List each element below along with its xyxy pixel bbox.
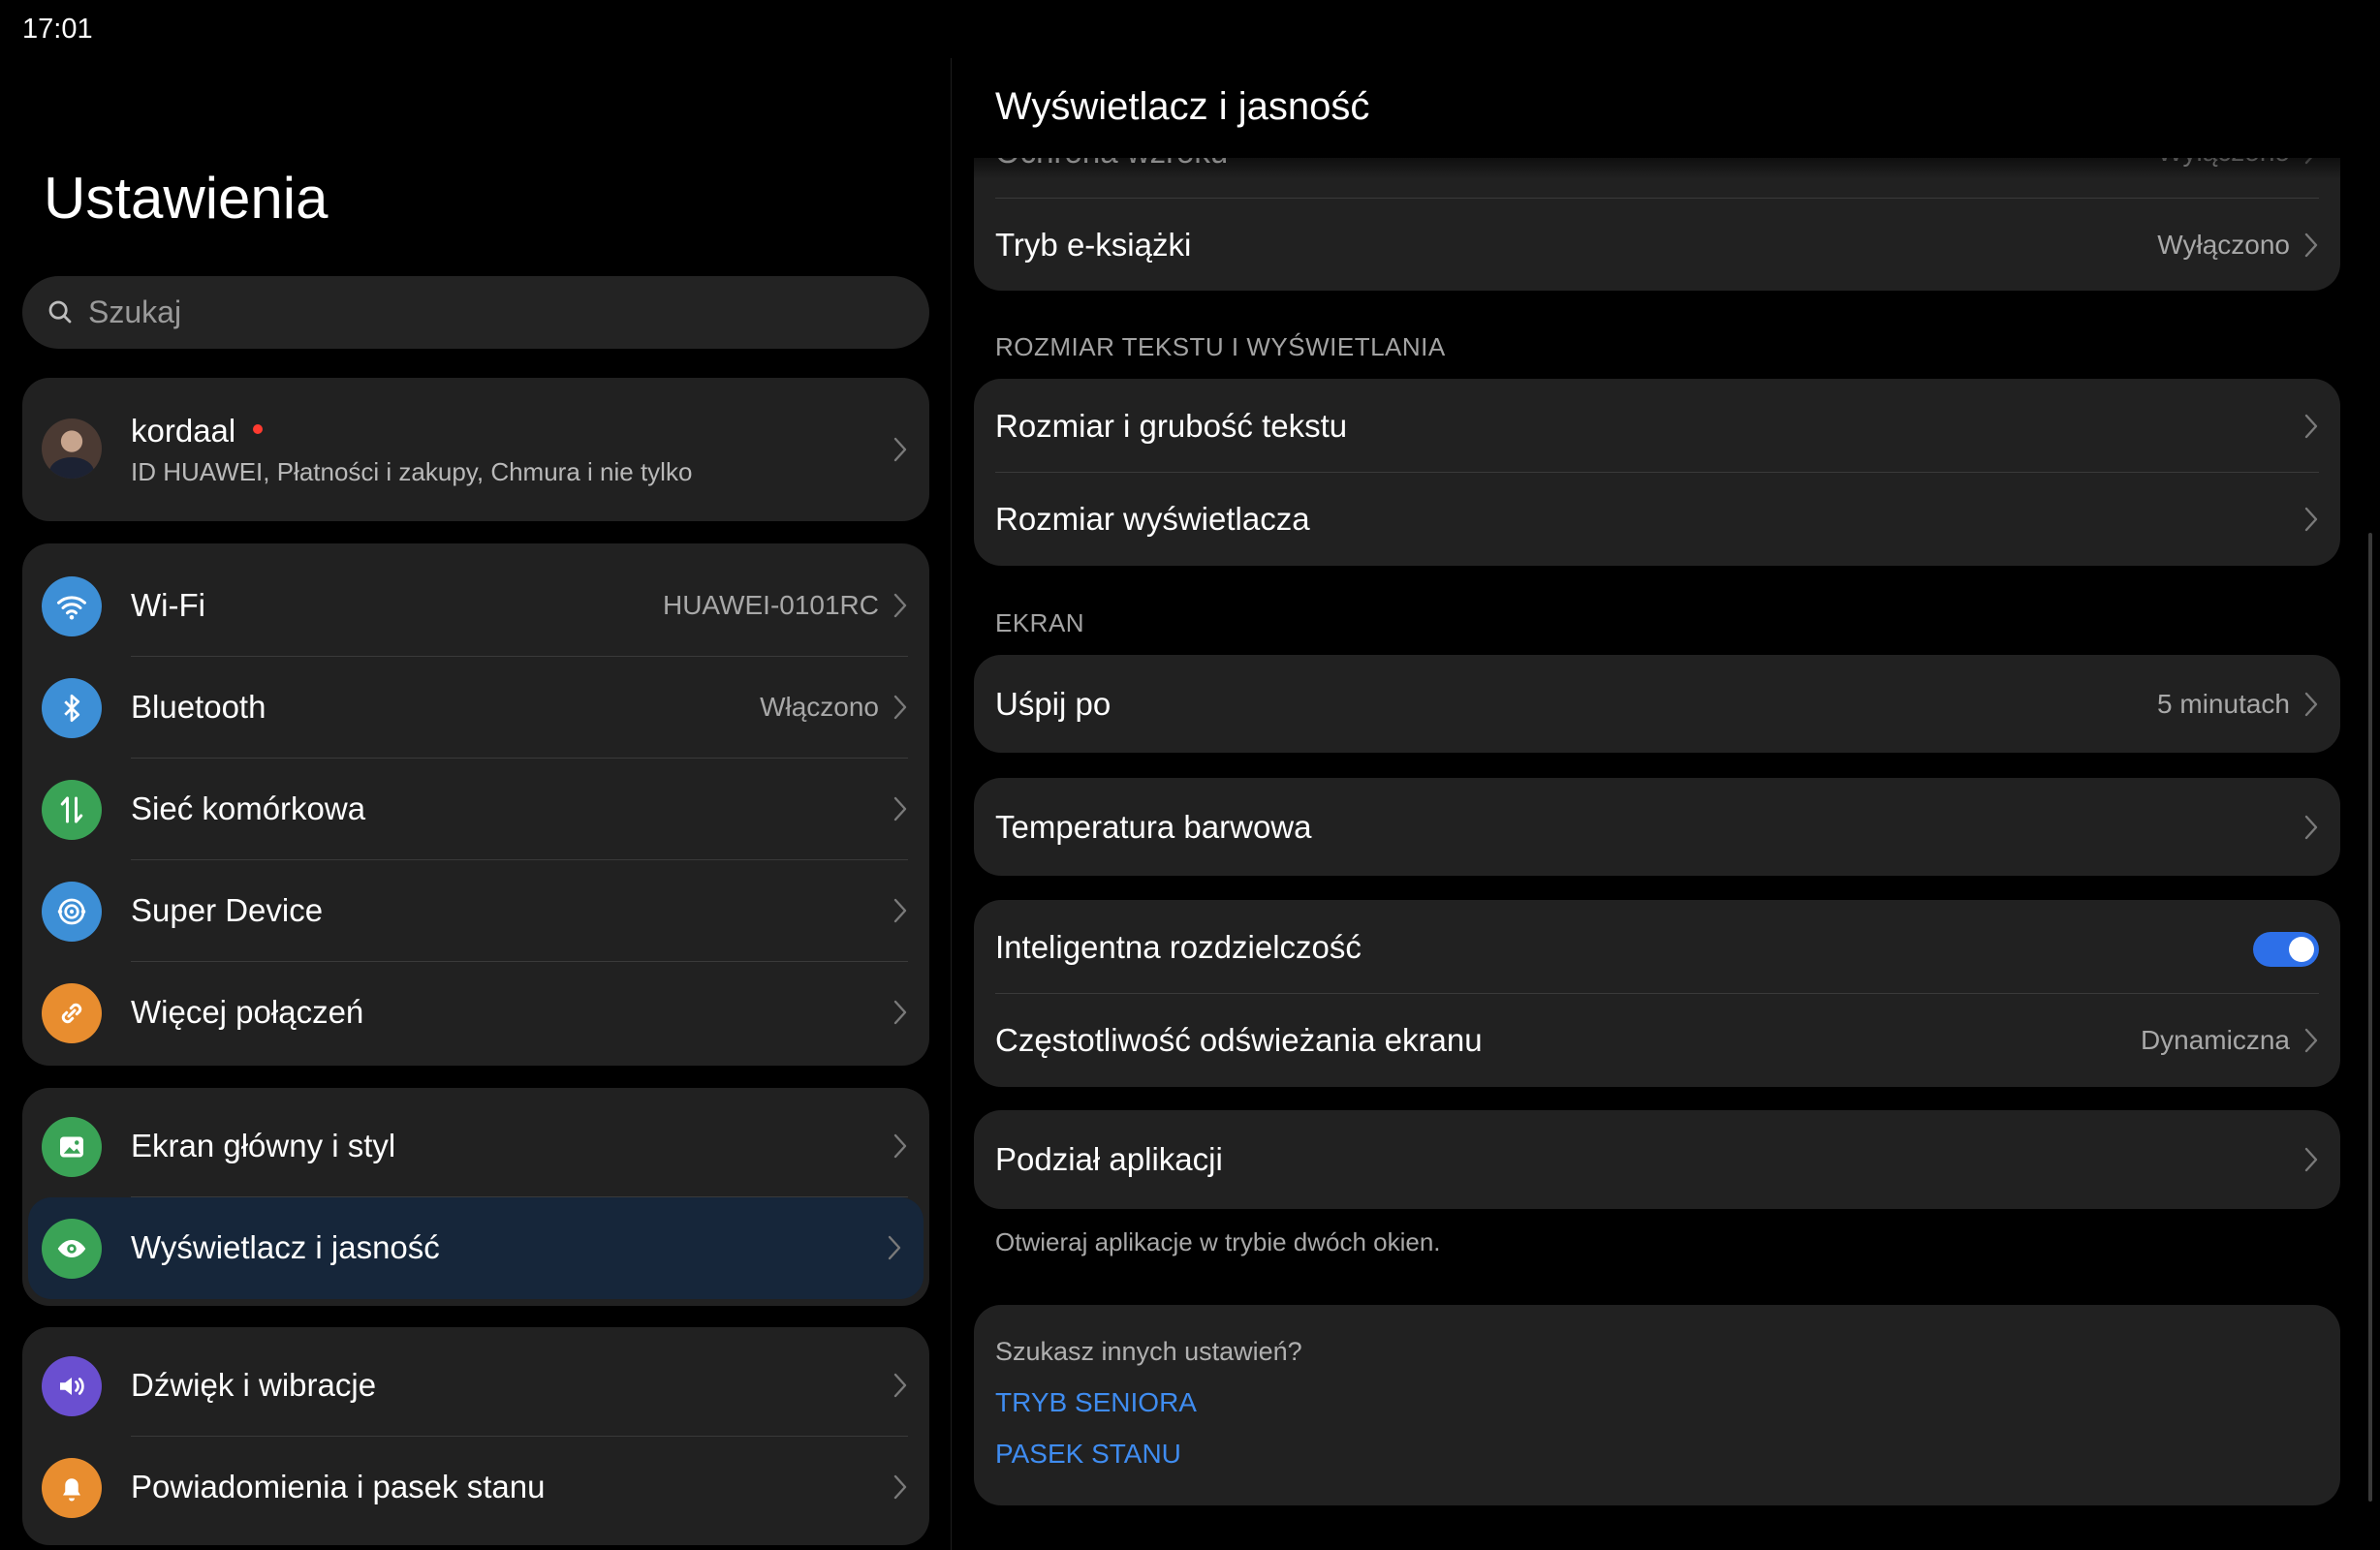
chevron-right-icon [2304, 414, 2318, 439]
settings-item-value: HUAWEI-0101RC [662, 590, 879, 620]
sound-notifications-group: Dźwięk i wibracje Powiadomienia i pasek … [22, 1327, 929, 1545]
refresh-rate-value: Dynamiczna [2140, 1025, 2290, 1055]
sleep-label: Uśpij po [995, 686, 1112, 722]
chevron-right-icon [888, 1235, 901, 1260]
search-bar[interactable] [22, 276, 929, 349]
ebook-mode-row[interactable]: Tryb e-książki Wyłączono [974, 199, 2340, 291]
display-settings-pane: Ochrona wzroku Wyłączono Tryb e-książki … [952, 0, 2380, 1550]
chevron-right-icon [893, 1474, 907, 1500]
settings-item-value: Włączono [760, 692, 879, 722]
sleep-value: 5 minutach [2157, 689, 2290, 719]
scrollbar[interactable] [2368, 533, 2372, 1502]
chevron-right-icon [893, 437, 907, 462]
settings-item-more-connections[interactable]: Więcej połączeń [22, 962, 929, 1064]
settings-item-display-brightness[interactable]: Wyświetlacz i jasność [28, 1197, 924, 1299]
bluetooth-icon [42, 678, 102, 738]
settings-item-label: Sieć komórkowa [131, 790, 366, 826]
search-input[interactable] [86, 276, 900, 349]
display-size-row[interactable]: Rozmiar wyświetlacza [974, 473, 2340, 566]
sleep-row[interactable]: Uśpij po 5 minutach [974, 658, 2340, 751]
chevron-right-icon [2304, 692, 2318, 717]
color-temperature-row[interactable]: Temperatura barwowa [974, 781, 2340, 874]
title-bar [952, 0, 2380, 158]
chevron-right-icon [893, 1000, 907, 1025]
display-group: Ekran główny i styl Wyświetlacz i jasnoś… [22, 1088, 929, 1306]
ebook-mode-value: Wyłączono [2157, 230, 2290, 260]
settings-item-super-device[interactable]: Super Device [22, 860, 929, 962]
detail-title: Wyświetlacz i jasność [995, 85, 1370, 128]
search-icon [48, 300, 72, 324]
refresh-rate-row[interactable]: Częstotliwość odświeżania ekranu Dynamic… [974, 994, 2340, 1087]
bell-icon [42, 1458, 102, 1518]
sleep-card: Uśpij po 5 minutach [974, 655, 2340, 753]
settings-item-notifications[interactable]: Powiadomienia i pasek stanu [22, 1437, 929, 1538]
settings-item-label: Wyświetlacz i jasność [131, 1229, 440, 1265]
app-split-helper-text: Otwieraj aplikacje w trybie dwóch okien. [995, 1227, 1441, 1256]
super-device-icon [42, 882, 102, 942]
settings-item-wifi[interactable]: Wi-Fi HUAWEI-0101RC [22, 555, 929, 657]
account-name-row: kordaal [131, 413, 264, 450]
settings-item-bluetooth[interactable]: Bluetooth Włączono [22, 657, 929, 759]
status-bar-link[interactable]: PASEK STANU [995, 1439, 1181, 1470]
other-settings-title: Szukasz innych ustawień? [995, 1337, 1302, 1366]
section-header-text-size: ROZMIAR TEKSTU I WYŚWIETLANIA [995, 332, 1446, 361]
toggle-knob [2289, 937, 2314, 962]
refresh-rate-label: Częstotliwość odświeżania ekranu [995, 1022, 1483, 1058]
chevron-right-icon [2304, 1147, 2318, 1172]
app-split-row[interactable]: Podział aplikacji [974, 1113, 2340, 1206]
page-title: Ustawienia [44, 166, 329, 231]
display-size-label: Rozmiar wyświetlacza [995, 501, 1310, 537]
chevron-right-icon [893, 695, 907, 720]
chevron-right-icon [893, 898, 907, 923]
notification-dot [253, 424, 264, 435]
smart-resolution-toggle[interactable] [2253, 932, 2319, 967]
senior-mode-link[interactable]: TRYB SENIORA [995, 1387, 1197, 1418]
smart-resolution-label: Inteligentna rozdzielczość [995, 929, 1362, 965]
mobile-data-icon [42, 780, 102, 840]
smart-resolution-row: Inteligentna rozdzielczość [974, 901, 2340, 994]
settings-item-label: Powiadomienia i pasek stanu [131, 1469, 546, 1504]
text-size-label: Rozmiar i grubość tekstu [995, 408, 1348, 444]
image-icon [42, 1117, 102, 1177]
chevron-right-icon [893, 796, 907, 822]
account-card[interactable]: kordaal ID HUAWEI, Płatności i zakupy, C… [22, 378, 929, 521]
chevron-right-icon [893, 1373, 907, 1398]
settings-item-label: Ekran główny i styl [131, 1128, 396, 1163]
chevron-right-icon [2304, 507, 2318, 532]
text-size-card: Rozmiar i grubość tekstu Rozmiar wyświet… [974, 379, 2340, 566]
resolution-refresh-card: Inteligentna rozdzielczość Częstotliwość… [974, 900, 2340, 1087]
app-split-card: Podział aplikacji [974, 1110, 2340, 1209]
app-split-label: Podział aplikacji [995, 1141, 1223, 1177]
account-name: kordaal [131, 413, 236, 449]
settings-item-label: Super Device [131, 892, 324, 928]
settings-item-mobile-network[interactable]: Sieć komórkowa [22, 759, 929, 860]
chevron-right-icon [2304, 232, 2318, 258]
color-temperature-card: Temperatura barwowa [974, 778, 2340, 876]
chevron-right-icon [893, 593, 907, 618]
settings-item-home-screen[interactable]: Ekran główny i styl [22, 1096, 929, 1197]
section-header-screen: EKRAN [995, 608, 1085, 637]
settings-item-label: Dźwięk i wibracje [131, 1367, 377, 1403]
settings-item-sound[interactable]: Dźwięk i wibracje [22, 1335, 929, 1437]
settings-item-label: Wi-Fi [131, 587, 205, 623]
ebook-mode-label: Tryb e-książki [995, 227, 1192, 263]
chevron-right-icon [893, 1133, 907, 1159]
settings-item-label: Bluetooth [131, 689, 266, 725]
eye-icon [42, 1219, 102, 1279]
link-icon [42, 983, 102, 1043]
settings-list-pane: Ustawienia kordaal ID HUAWEI, Płatności … [0, 0, 951, 1550]
speaker-icon [42, 1356, 102, 1416]
connectivity-group: Wi-Fi HUAWEI-0101RC Bluetooth Włączono S… [22, 543, 929, 1066]
avatar [42, 418, 102, 479]
text-size-row[interactable]: Rozmiar i grubość tekstu [974, 380, 2340, 473]
color-temperature-label: Temperatura barwowa [995, 809, 1312, 845]
chevron-right-icon [2304, 1028, 2318, 1053]
chevron-right-icon [2304, 815, 2318, 840]
settings-item-label: Więcej połączeń [131, 994, 364, 1030]
wifi-icon [42, 576, 102, 636]
other-settings-card: Szukasz innych ustawień? TRYB SENIORA PA… [974, 1305, 2340, 1505]
account-subtitle: ID HUAWEI, Płatności i zakupy, Chmura i … [131, 457, 693, 486]
